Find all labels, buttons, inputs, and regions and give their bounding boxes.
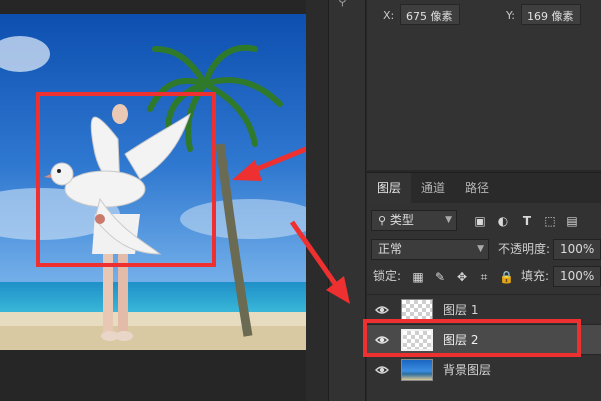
chevron-down-icon: ▼	[477, 244, 484, 254]
highlight-box-dove	[36, 92, 216, 267]
layer-thumbnail	[401, 359, 433, 381]
smart-object-filter-icon[interactable]: ▤	[565, 214, 579, 228]
highlight-box-layer-2	[363, 319, 581, 357]
fill-field[interactable]: 100%	[553, 266, 601, 287]
tab-channels[interactable]: 通道	[411, 173, 455, 203]
opacity-field[interactable]: 100%	[553, 239, 601, 260]
layer-row-background[interactable]: 背景图层	[367, 354, 601, 384]
panel-dock-strip: ⚲	[328, 0, 366, 401]
properties-panel: X: 675 像素 Y: 169 像素	[367, 0, 601, 170]
adjustment-filter-icon[interactable]: ◐	[496, 214, 510, 228]
blend-mode-value: 正常	[378, 242, 403, 256]
tab-paths[interactable]: 路径	[455, 173, 499, 203]
blend-opacity-row: 正常 ▼ 不透明度: 100%	[367, 239, 601, 263]
eye-icon[interactable]	[375, 303, 389, 317]
eye-icon[interactable]	[375, 363, 389, 377]
lock-all-icon[interactable]: 🔒	[499, 270, 514, 284]
search-icon: ⚲	[378, 214, 387, 227]
y-position-field[interactable]: 169 像素	[521, 4, 581, 25]
y-label: Y:	[506, 9, 515, 22]
tab-layers[interactable]: 图层	[367, 173, 412, 203]
lock-artboard-icon[interactable]: ⌗	[477, 270, 491, 284]
lock-fill-row: 锁定: ▦ ✎ ✥ ⌗ 🔒 填充: 100%	[367, 266, 601, 290]
type-filter-icon[interactable]: T	[520, 214, 534, 228]
chevron-down-icon: ▼	[445, 215, 452, 225]
x-label: X:	[383, 9, 395, 22]
filter-kind-label: 类型	[389, 213, 414, 227]
x-position-field[interactable]: 675 像素	[400, 4, 460, 25]
lock-label: 锁定:	[373, 269, 402, 283]
lock-position-icon[interactable]: ✥	[455, 270, 469, 284]
opacity-label: 不透明度:	[498, 242, 551, 256]
document-canvas[interactable]	[0, 0, 312, 401]
blend-mode-select[interactable]: 正常 ▼	[371, 239, 489, 260]
layers-panel-tabs: 图层 通道 路径	[367, 173, 601, 203]
layer-name[interactable]: 背景图层	[443, 355, 491, 385]
shape-filter-icon[interactable]: ⬚	[543, 214, 557, 228]
layer-filter-select[interactable]: ⚲ 类型 ▼	[371, 210, 457, 231]
layer-thumbnail	[401, 299, 433, 321]
lock-image-pixels-icon[interactable]: ✎	[433, 270, 447, 284]
layer-filter-row: ⚲ 类型 ▼ ▣ ◐ T ⬚ ▤	[367, 210, 601, 234]
canvas-scroll-gutter	[306, 0, 328, 401]
search-icon[interactable]: ⚲	[338, 0, 358, 8]
lock-transparent-pixels-icon[interactable]: ▦	[411, 270, 425, 284]
image-filter-icon[interactable]: ▣	[473, 214, 487, 228]
layers-panel: 图层 通道 路径 ⚲ 类型 ▼ ▣ ◐ T ⬚ ▤ 正常 ▼ 不透明度: 100…	[363, 172, 601, 401]
fill-label: 填充:	[521, 269, 550, 283]
